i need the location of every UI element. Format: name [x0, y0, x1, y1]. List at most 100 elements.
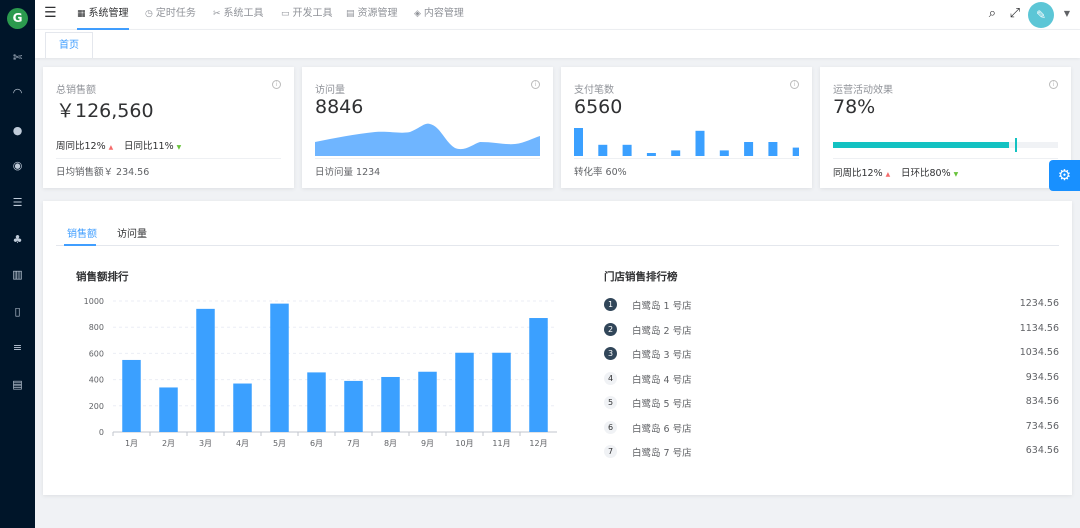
card-title: 访问量 [315, 85, 345, 96]
menu-item-icon: ◷ [145, 9, 153, 19]
visits-area [315, 123, 540, 156]
avatar[interactable]: ✎ [1028, 2, 1054, 28]
week-trend: 周同比12% ▲ [56, 138, 113, 152]
sales-bar-chart: 0 200 400 600 800 1000 1月 2月 3月 4月 5月 6月 7月 8月 9月 10月 11… [84, 297, 557, 448]
tools-icon[interactable]: ✄ [0, 48, 35, 68]
sales-bar[interactable] [492, 352, 511, 432]
ranking-row: 4 白鹭岛 4 号店 934.56 [604, 370, 1059, 388]
sliders-icon[interactable]: ≡ [0, 338, 35, 358]
sales-bar[interactable] [529, 318, 548, 432]
card-value: 8846 [315, 96, 364, 118]
day-trend-label: 日环比80% [901, 168, 951, 179]
y-tick-label: 1000 [84, 297, 104, 306]
store-name: 白鹭岛 5 号店 [632, 399, 692, 410]
menu-item-2[interactable]: ◷ 定时任务 [145, 0, 196, 30]
search-icon[interactable]: ⌕ [989, 6, 996, 21]
menu-item-4[interactable]: ▭ 开发工具 [281, 0, 333, 30]
chart-icon[interactable]: ▥ [0, 265, 35, 285]
sales-bar[interactable] [159, 387, 178, 432]
menu-item-icon: ▭ [281, 9, 290, 19]
x-tick-label: 7月 [347, 439, 360, 448]
x-tick-label: 10月 [455, 439, 473, 448]
y-tick-label: 800 [89, 323, 104, 332]
card-title: 总销售额 [56, 85, 96, 96]
y-tick-label: 0 [99, 428, 104, 437]
store-sales-value: 1034.56 [1019, 347, 1059, 358]
sales-bar[interactable] [455, 352, 474, 432]
store-sales-value: 634.56 [1025, 445, 1059, 456]
ranking-row: 3 白鹭岛 3 号店 1034.56 [604, 345, 1059, 363]
store-name: 白鹭岛 7 号店 [632, 448, 692, 459]
payment-bar [671, 150, 681, 156]
settings-gear-button[interactable]: ⚙ [1049, 160, 1080, 191]
week-trend-label: 周同比12% [56, 141, 106, 152]
divider [574, 158, 799, 159]
store-sales-value: 734.56 [1025, 420, 1059, 432]
sales-bar[interactable] [307, 372, 326, 432]
payment-bar [768, 142, 778, 156]
rank-badge: 5 [604, 396, 617, 409]
ranking-row: 1 白鹭岛 1 号店 1234.56 [604, 296, 1059, 314]
sales-bar[interactable] [381, 376, 400, 432]
rank-badge: 3 [604, 347, 617, 360]
progress-target [1015, 138, 1018, 152]
ranking-row: 5 白鹭岛 5 号店 834.56 [604, 394, 1059, 412]
card-value: 78% [833, 96, 876, 118]
info-icon[interactable]: i [790, 80, 799, 89]
payment-bar [744, 142, 754, 156]
logo: G [7, 8, 28, 29]
divider [833, 158, 1058, 159]
sales-bar[interactable] [418, 371, 437, 432]
store-name: 白鹭岛 2 号店 [632, 325, 692, 337]
list-icon[interactable]: ☰ [0, 193, 35, 213]
sales-bar[interactable] [344, 380, 363, 432]
chevron-down-icon[interactable]: ▼ [1064, 9, 1070, 18]
info-icon[interactable]: i [1049, 80, 1058, 89]
menu-item-6[interactable]: ◈ 内容管理 [414, 0, 464, 30]
store-name: 白鹭岛 3 号店 [632, 350, 692, 361]
day-trend: 日环比80% ▼ [901, 165, 958, 179]
sidebar: G ✄ ◠ ● ◉ ☰ ♣ ▥ ▯ ≡ ▤ [0, 0, 35, 528]
y-tick-label: 400 [89, 376, 104, 385]
menu-fold-icon[interactable]: ☰ [44, 5, 57, 21]
top-header: ☰ ▦ 系统管理 ◷ 定时任务 ✂ 系统工具 ▭ 开发工具 ▤ 资源管理 ◈ 内容管理 ⌕ ⤢ ✎ ▼ [35, 0, 1080, 30]
tree-icon[interactable]: ♣ [0, 230, 35, 250]
menu-item-3[interactable]: ✂ 系统工具 [213, 0, 264, 30]
menu-item-5[interactable]: ▤ 资源管理 [346, 0, 398, 30]
sales-panel: 销售额 访问量 销售额排行 0 200 400 600 800 1000 1月 2月 3月 4月 5… [43, 201, 1072, 495]
ranking-row: 6 白鹭岛 6 号店 734.56 [604, 419, 1059, 437]
menu-item-icon: ✂ [213, 9, 221, 19]
y-tick-label: 600 [89, 349, 104, 358]
menu-item-icon: ▦ [77, 9, 86, 19]
divider [56, 158, 281, 159]
payment-bar [598, 144, 608, 156]
sales-bar[interactable] [196, 308, 215, 432]
rank-badge: 2 [604, 322, 617, 336]
ops-card: 运营活动效果 i 78% 同周比12% ▲ 日环比80% ▼ [820, 67, 1071, 188]
sales-bar[interactable] [270, 303, 289, 432]
tab-home[interactable]: 首页 [45, 32, 93, 58]
card-title: 支付笔数 [574, 85, 614, 96]
menu-item-1[interactable]: ▦ 系统管理 [77, 0, 129, 30]
dashboard-icon[interactable]: ◠ [0, 83, 35, 103]
info-icon[interactable]: i [531, 80, 540, 89]
x-tick-label: 9月 [421, 439, 434, 448]
week-trend-label: 同周比12% [833, 168, 883, 179]
store-name: 白鹭岛 6 号店 [632, 423, 692, 435]
menu-item-label: 定时任务 [155, 8, 196, 19]
menu-item-icon: ▤ [346, 9, 355, 19]
divider [315, 158, 540, 159]
users-icon[interactable]: ◉ [0, 156, 35, 176]
ranking-title: 门店销售排行榜 [604, 271, 678, 283]
document-icon[interactable]: ▤ [0, 375, 35, 395]
user-icon[interactable]: ● [0, 121, 35, 141]
sales-bar[interactable] [122, 359, 141, 432]
card-footer: 日访问量 1234 [315, 167, 381, 178]
fullscreen-icon[interactable]: ⤢ [1010, 6, 1020, 21]
info-icon[interactable]: i [272, 80, 281, 89]
book-icon[interactable]: ▯ [0, 302, 35, 322]
payments-card: 支付笔数 i 6560 转化率 60% [561, 67, 812, 188]
sales-bar[interactable] [233, 383, 252, 432]
payment-bar [792, 147, 799, 156]
payment-bar [622, 144, 632, 156]
